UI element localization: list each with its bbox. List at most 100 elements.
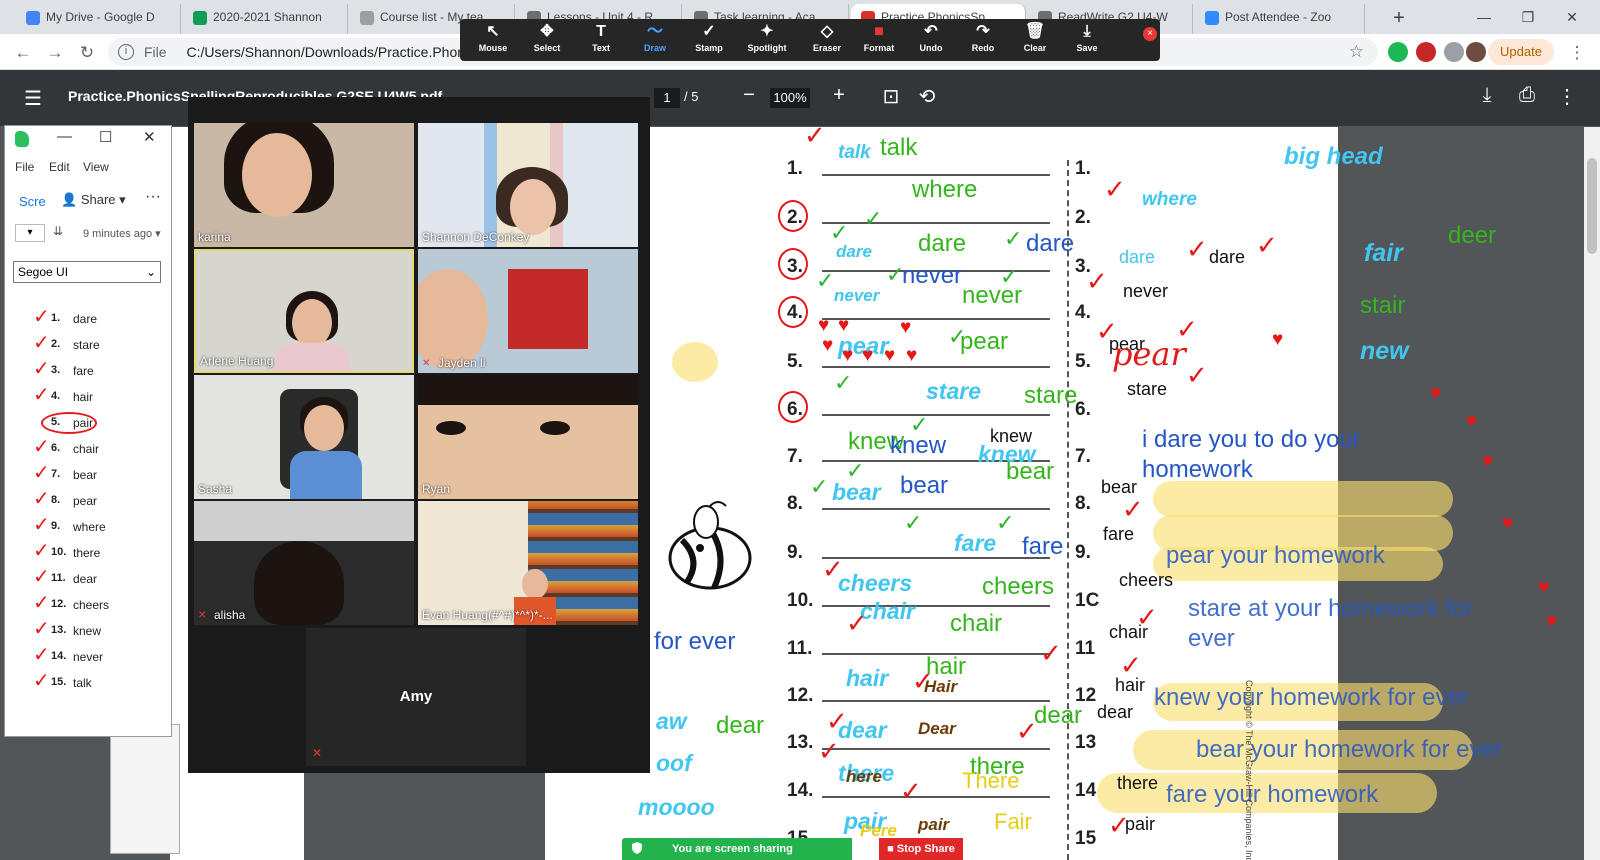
minimize-icon[interactable]: — <box>57 128 72 145</box>
new-tab-button[interactable]: + <box>1386 6 1412 32</box>
red-check-icon: ✓ <box>33 306 50 328</box>
puzzle-icon[interactable] <box>1444 42 1464 62</box>
forward-icon[interactable]: → <box>42 40 68 66</box>
sentence-blue: knew your homework for ever <box>1154 684 1469 711</box>
heart-icon: ♥ <box>1430 383 1442 404</box>
stamp-icon: ✓ <box>702 23 716 40</box>
answer-green: chair <box>950 610 1003 637</box>
red-check-icon: ✓ <box>900 776 922 806</box>
collapse-dropdown[interactable]: ▾ <box>15 224 45 242</box>
save-button[interactable]: ⤓ Save <box>1060 21 1114 61</box>
extension-icon[interactable] <box>1416 42 1436 62</box>
row-number: 1. <box>1075 158 1091 179</box>
font-select[interactable]: Segoe UI ⌄ <box>13 261 161 283</box>
row-number: 13. <box>787 732 814 753</box>
maximize-icon[interactable]: ☐ <box>99 128 112 146</box>
rotate-icon[interactable]: ⟲ <box>914 84 940 109</box>
stop-share-button[interactable]: ■ Stop Share <box>879 838 963 860</box>
answer-yellow: Fair <box>994 809 1032 834</box>
participant-shirt <box>290 451 362 499</box>
browser-tab[interactable]: 2020-2021 Shannon <box>183 4 348 34</box>
video-tile[interactable]: Arlene Huang <box>194 249 414 373</box>
back-icon[interactable]: ← <box>10 40 36 66</box>
mouse-tool[interactable]: ↖ Mouse <box>466 21 520 61</box>
zoom-level[interactable]: 100% <box>770 88 810 108</box>
participant-name: Arlene Huang <box>200 354 274 368</box>
row-number: 10. <box>787 590 814 611</box>
format-tool[interactable]: ■ Format <box>852 21 906 61</box>
browser-tab[interactable]: Post Attendee - Zoo <box>1195 4 1365 34</box>
info-icon[interactable]: i <box>118 44 134 60</box>
answer-cyan: never <box>834 286 880 305</box>
minimize-icon[interactable]: — <box>1464 4 1504 30</box>
undo-button[interactable]: ↶ Undo <box>904 21 958 61</box>
video-tile[interactable]: ✕ alisha <box>194 501 414 625</box>
red-check-icon: ✓ <box>1108 810 1130 840</box>
more-icon[interactable]: ⋮ <box>1554 84 1580 109</box>
share-button[interactable]: 👤 Share ▾ <box>61 192 126 208</box>
fit-page-icon[interactable]: ⊡ <box>878 84 904 109</box>
video-tile[interactable]: Evan Huang(#^#)*^*)*-... <box>418 501 638 625</box>
page-number-input[interactable]: 1 <box>654 88 680 108</box>
restore-icon[interactable]: ❐ <box>1508 4 1548 30</box>
participant-face <box>418 269 488 369</box>
more-options-icon[interactable]: ··· <box>145 188 161 206</box>
answer-black: stare <box>1127 379 1168 399</box>
red-chair <box>508 269 588 349</box>
green-check-icon: ✓ <box>948 324 967 349</box>
close-annotation-button[interactable]: × <box>1143 27 1157 41</box>
spotlight-tool[interactable]: ✦ Spotlight <box>740 21 794 61</box>
close-icon[interactable]: ✕ <box>1552 4 1592 30</box>
list-item: ✓ 1. dare <box>33 306 98 328</box>
menu-view[interactable]: View <box>83 160 109 174</box>
screen-sharing-bar[interactable]: You are screen sharing <box>622 838 852 860</box>
download-icon[interactable]: ⤓ <box>1474 84 1500 107</box>
red-check-icon: ✓ <box>822 554 844 584</box>
sentence-blue: ever <box>1188 625 1235 652</box>
heart-icon: ♥ <box>838 315 850 336</box>
video-tile[interactable]: ✕ Jayden li <box>418 249 638 373</box>
scre-label[interactable]: Scre <box>19 194 46 209</box>
answer-line <box>822 557 1050 559</box>
draw-tool[interactable]: 〜 Draw <box>628 21 682 61</box>
extension-icon[interactable] <box>1388 42 1408 62</box>
menu-icon[interactable]: ☰ <box>24 86 42 111</box>
note-cyan: oof <box>656 750 692 776</box>
avatar[interactable] <box>1466 42 1486 62</box>
answer-line <box>822 796 1050 798</box>
print-icon[interactable]: ⎙ <box>1514 84 1540 107</box>
video-tile[interactable]: Shannon DeConkey <box>418 123 638 247</box>
scrollbar-thumb[interactable] <box>1587 158 1597 254</box>
text-tool[interactable]: T Text <box>574 21 628 61</box>
red-check-icon: ✓ <box>804 120 826 150</box>
page-thumbnail[interactable] <box>110 724 180 854</box>
browser-tab[interactable]: My Drive - Google D <box>16 4 181 34</box>
row-number: 13 <box>1075 732 1097 753</box>
answer-cyan: where <box>1142 189 1197 210</box>
menu-edit[interactable]: Edit <box>49 160 70 174</box>
clear-button[interactable]: 🗑 Clear <box>1008 21 1062 61</box>
zoom-in-icon[interactable]: + <box>826 84 852 107</box>
more-icon[interactable]: ⋮ <box>1564 40 1590 66</box>
sentence-blue: fare your homework <box>1166 781 1379 808</box>
stamp-tool[interactable]: ✓ Stamp <box>682 21 736 61</box>
menu-file[interactable]: File <box>15 160 34 174</box>
video-tile[interactable]: Ryan <box>418 375 638 499</box>
close-icon[interactable]: ✕ <box>143 128 156 146</box>
expand-icon[interactable]: ⇊ <box>53 224 63 238</box>
video-tile[interactable]: karina <box>194 123 414 247</box>
bookmark-star-icon[interactable]: ☆ <box>1349 38 1364 66</box>
reload-icon[interactable]: ↻ <box>74 40 100 66</box>
redo-button[interactable]: ↷ Redo <box>956 21 1010 61</box>
red-check-icon: ✓ <box>1186 360 1208 390</box>
audio-only-tile[interactable]: Amy ✕ <box>306 628 526 766</box>
update-button[interactable]: Update <box>1488 39 1554 65</box>
note-green: deer <box>1448 222 1497 249</box>
select-tool[interactable]: ✥ Select <box>520 21 574 61</box>
green-check-icon: ✓ <box>996 510 1015 535</box>
zoom-out-icon[interactable]: − <box>736 84 762 107</box>
tab-title: 2020-2021 Shannon <box>213 10 322 24</box>
copyright-text: Copyright © The McGraw-Hill Companies, I… <box>1244 680 1254 860</box>
eraser-tool[interactable]: ◇ Eraser <box>800 21 854 61</box>
video-tile[interactable]: Sasha <box>194 375 414 499</box>
